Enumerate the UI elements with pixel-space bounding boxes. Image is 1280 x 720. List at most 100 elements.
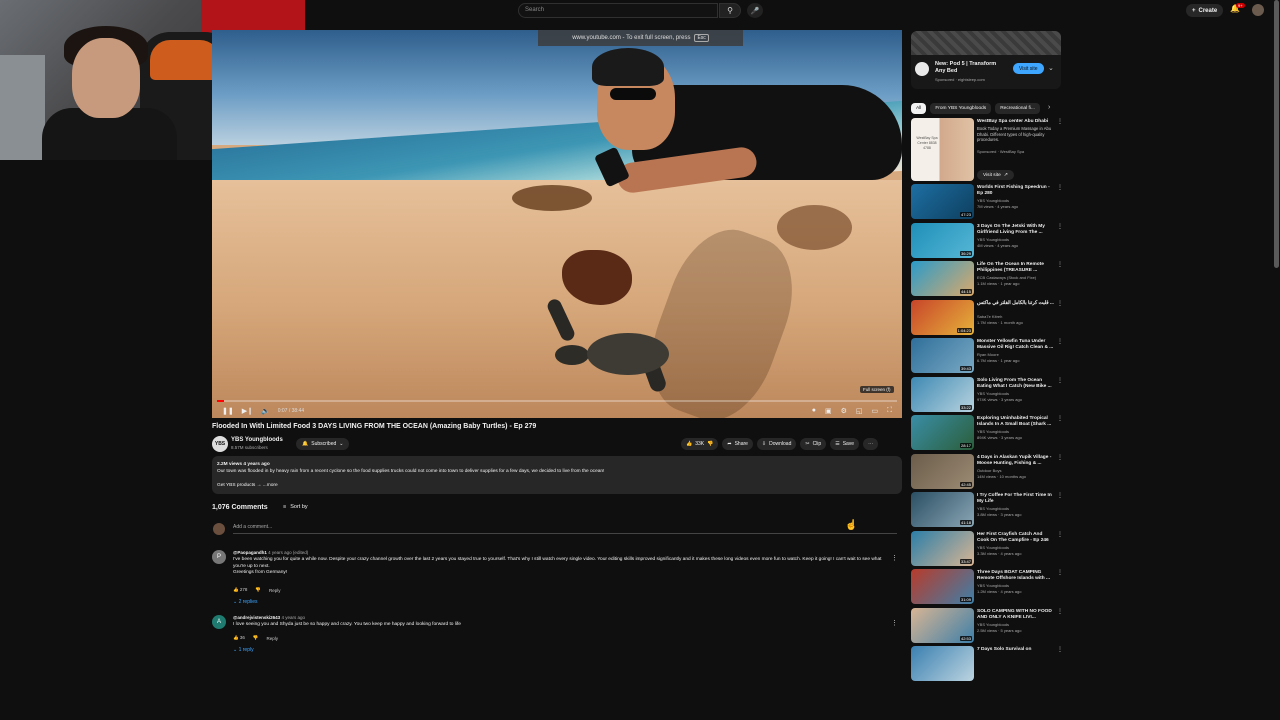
ad-banner-image[interactable] bbox=[911, 31, 1061, 55]
thumbs-down-icon[interactable]: 👎 bbox=[707, 441, 713, 447]
more-icon[interactable]: ⋮ bbox=[1057, 118, 1063, 125]
comment-author[interactable]: @Paopagandh1 bbox=[233, 550, 267, 555]
chip-recreational[interactable]: Recreational fi... bbox=[995, 103, 1040, 114]
ad-visit-button[interactable]: Visit site bbox=[1013, 63, 1044, 74]
recommendation-thumbnail[interactable]: 33:47 bbox=[911, 530, 974, 566]
settings-gear-icon[interactable]: ⚙ bbox=[841, 407, 847, 415]
more-icon[interactable]: ⋮ bbox=[1057, 300, 1063, 307]
recommendation-card[interactable]: 33:22 Solo Living From The Ocean Eating W… bbox=[911, 376, 1063, 413]
recommendation-card[interactable]: 39:43 Monster Yellowfin Tuna Under Massiv… bbox=[911, 338, 1063, 374]
description-box[interactable]: 2.2M views 4 years ago Our town was floo… bbox=[212, 456, 902, 494]
recommendation-title[interactable]: 7 Days Solo Survival on bbox=[977, 647, 1055, 653]
comment-avatar[interactable]: A bbox=[212, 615, 226, 629]
recommendation-card[interactable]: 41:18 I Try Coffee For The First Time In … bbox=[911, 492, 1063, 528]
thumbs-down-icon[interactable]: 👎 bbox=[255, 587, 261, 593]
recommendation-title[interactable]: Life On The Ocean In Remote Philippines … bbox=[977, 262, 1055, 274]
progress-bar[interactable] bbox=[217, 400, 897, 402]
recommendation-thumbnail[interactable]: 1:04:23 bbox=[911, 299, 974, 335]
reply-button[interactable]: Reply bbox=[269, 588, 281, 593]
recommendation-thumbnail[interactable]: 39:43 bbox=[911, 338, 974, 373]
recommendation-channel[interactable]: YBS Youngbloods bbox=[977, 429, 1009, 434]
recommendation-channel[interactable]: Saba7e Kitreh bbox=[977, 314, 1002, 319]
more-icon[interactable]: ⋮ bbox=[1057, 184, 1063, 191]
more-icon[interactable]: ⋮ bbox=[1057, 569, 1063, 576]
add-comment-input[interactable]: Add a comment... bbox=[233, 524, 897, 534]
theater-mode-icon[interactable]: ▭ bbox=[871, 407, 878, 415]
recommendation-channel[interactable]: YBS Youngbloods bbox=[977, 622, 1009, 627]
create-button[interactable]: + Create bbox=[1186, 4, 1224, 17]
recommendation-thumbnail[interactable]: 31:09 bbox=[911, 569, 974, 604]
search-button[interactable]: ⚲ bbox=[719, 3, 741, 18]
download-button[interactable]: ⇩ Download bbox=[756, 438, 797, 450]
sponsored-card[interactable]: WestBay Spa Center 8838 4788 WestBay Spa… bbox=[911, 118, 1063, 182]
recommendation-title[interactable]: 4 Days in Alaskan Yupik Village - Moose … bbox=[977, 455, 1055, 467]
voice-search-button[interactable]: 🎤 bbox=[747, 3, 763, 18]
recommendation-thumbnail[interactable]: 28:17 bbox=[911, 415, 974, 450]
recommendation-card[interactable]: 36:29 3 Days On The Jetski With My Girlfr… bbox=[911, 222, 1063, 259]
chip-all[interactable]: All bbox=[911, 103, 927, 114]
more-actions-button[interactable]: ⋯ bbox=[863, 438, 879, 450]
like-button[interactable]: 👍 33K 👎 bbox=[681, 438, 719, 450]
recommendation-channel[interactable]: YBS Youngbloods bbox=[977, 391, 1009, 396]
recommendation-thumbnail[interactable]: 42:53 bbox=[911, 607, 974, 643]
recommendation-thumbnail[interactable] bbox=[911, 646, 974, 681]
recommendation-title[interactable]: Exploring Uninhabited Tropical Islands I… bbox=[977, 416, 1055, 428]
more-icon[interactable]: ⋮ bbox=[1057, 454, 1063, 461]
recommendation-card[interactable]: 28:17 Exploring Uninhabited Tropical Isla… bbox=[911, 415, 1063, 451]
recommendation-title[interactable]: SOLO CAMPING WITH NO FOOD AND ONLY A KNI… bbox=[977, 609, 1055, 621]
more-icon[interactable]: ⋮ bbox=[1057, 492, 1063, 499]
comment-avatar[interactable]: P bbox=[212, 550, 226, 564]
replies-toggle[interactable]: ⌄ 2 replies bbox=[233, 599, 258, 605]
recommendation-thumbnail[interactable]: 36:29 bbox=[911, 222, 974, 258]
recommendation-thumbnail[interactable]: 41:18 bbox=[911, 492, 974, 527]
miniplayer-icon[interactable]: ◱ bbox=[856, 407, 863, 415]
recommendation-card[interactable]: 33:47 Her First Crayfish Catch And Cook O… bbox=[911, 530, 1063, 567]
recommendation-title[interactable]: Solo Living From The Ocean Eating What I… bbox=[977, 378, 1055, 390]
sort-button[interactable]: ≡ Sort by bbox=[283, 504, 308, 510]
recommendation-channel[interactable]: Ryan Moore bbox=[977, 352, 999, 357]
recommendation-channel[interactable]: YBS Youngbloods bbox=[977, 506, 1009, 511]
captions-icon[interactable]: ▣ bbox=[825, 407, 832, 415]
replies-toggle[interactable]: ⌄ 1 reply bbox=[233, 647, 254, 653]
recommendation-title[interactable]: 3 Days On The Jetski With My Girlfriend … bbox=[977, 224, 1055, 236]
recommendation-thumbnail[interactable]: 47:23 bbox=[911, 184, 974, 219]
save-button[interactable]: ☰ Save bbox=[830, 438, 860, 450]
recommendation-channel[interactable]: ECB Castaways (Stock and Fixe) bbox=[977, 275, 1036, 280]
recommendation-thumbnail[interactable]: 44:15 bbox=[911, 261, 974, 296]
reply-button[interactable]: Reply bbox=[267, 636, 279, 641]
recommendation-title[interactable]: قلبت كرتنا بالكامل الفلتر في ماكتس ... bbox=[977, 301, 1055, 307]
recommendation-title[interactable]: I Try Coffee For The First Time In My Li… bbox=[977, 493, 1055, 505]
recommendation-channel[interactable]: YBS Youngbloods bbox=[977, 545, 1009, 550]
recommendation-card[interactable]: 44:15 Life On The Ocean In Remote Philipp… bbox=[911, 261, 1063, 297]
comment-time[interactable]: 4 years ago bbox=[281, 615, 305, 620]
more-icon[interactable]: ⋮ bbox=[1057, 646, 1063, 653]
recommendation-title[interactable]: Her First Crayfish Catch And Cook On The… bbox=[977, 532, 1055, 544]
comment-menu-icon[interactable]: ⋮ bbox=[891, 619, 898, 627]
next-icon[interactable]: ▶❙ bbox=[242, 407, 253, 415]
recommendation-card[interactable]: 42:53 SOLO CAMPING WITH NO FOOD AND ONLY … bbox=[911, 607, 1063, 644]
recommendation-channel[interactable]: YBS Youngbloods bbox=[977, 237, 1009, 242]
thumbs-down-icon[interactable]: 👎 bbox=[253, 635, 259, 641]
search-input[interactable]: Search bbox=[518, 3, 718, 18]
chip-from-channel[interactable]: From YBS Youngbloods bbox=[930, 103, 992, 114]
recommendation-title[interactable]: Worlds First Fishing Speedrun - Ep 280 bbox=[977, 185, 1055, 197]
comment-like-button[interactable]: 👍 36 bbox=[233, 635, 245, 641]
chevron-down-icon[interactable]: ⌄ bbox=[1048, 64, 1054, 72]
more-icon[interactable]: ⋮ bbox=[1057, 377, 1063, 384]
pause-icon[interactable]: ❚❚ bbox=[222, 407, 234, 415]
recommendation-channel[interactable]: YBS Youngbloods bbox=[977, 198, 1009, 203]
fullscreen-icon[interactable]: ⛶ bbox=[887, 407, 892, 415]
ad-card[interactable]: New: Pod 5 | Transform Any Bed Sponsored… bbox=[911, 55, 1061, 89]
recommendation-channel[interactable]: Outdoor Boys bbox=[977, 468, 1001, 473]
autoplay-toggle-icon[interactable]: ● bbox=[812, 407, 816, 415]
share-button[interactable]: ➦ Share bbox=[722, 438, 753, 450]
recommendation-thumbnail[interactable]: 42:45 bbox=[911, 453, 974, 489]
video-player[interactable]: www.youtube.com - To exit full screen, p… bbox=[212, 30, 902, 418]
recommendation-card[interactable]: 1:04:23 قلبت كرتنا بالكامل الفلتر في ماكت… bbox=[911, 299, 1063, 336]
more-icon[interactable]: ⋮ bbox=[1057, 608, 1063, 615]
comment-like-button[interactable]: 👍 278 bbox=[233, 587, 247, 593]
sponsored-visit-button[interactable]: Visit site ↗ bbox=[977, 170, 1014, 180]
recommendation-channel[interactable]: YBS Youngbloods bbox=[977, 583, 1009, 588]
comment-menu-icon[interactable]: ⋮ bbox=[891, 554, 898, 562]
page-scrollbar[interactable] bbox=[1274, 0, 1279, 268]
